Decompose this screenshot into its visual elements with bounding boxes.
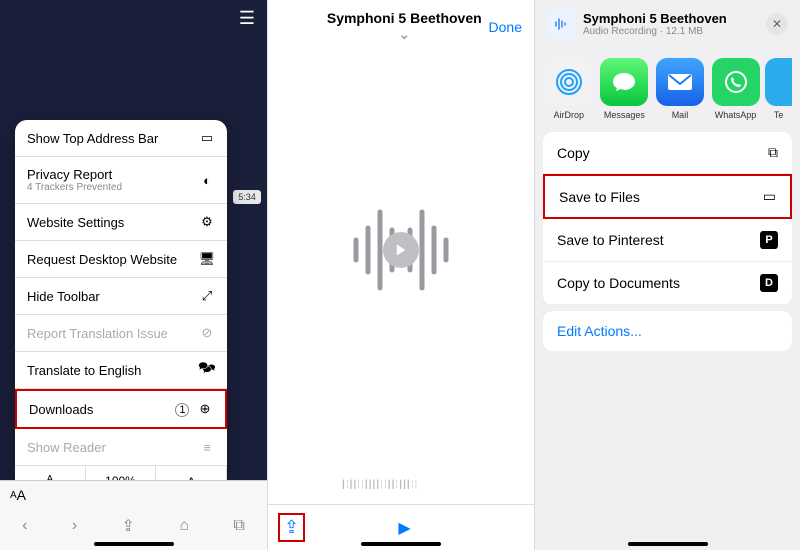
bubble-icon: ⊘ [199,325,215,341]
tabs-button[interactable]: ⧉ [233,517,244,535]
menu-downloads[interactable]: Downloads 1 ⊕ [15,389,227,429]
action-save-to-files[interactable]: Save to Files ▭ [543,174,792,219]
sublabel: 4 Trackers Prevented [27,182,122,193]
translate-icon: 🗫 [199,362,215,378]
share-button[interactable]: ⇪ [278,513,305,542]
airdrop-icon [545,58,593,106]
home-indicator[interactable] [628,542,708,546]
aa-button[interactable]: AA [0,481,267,509]
rect-icon: ▭ [199,130,215,146]
desktop-icon: 🖥 [199,251,215,267]
waveform-art [341,200,461,300]
nav-bar: ☰ [0,0,267,30]
share-header: Symphoni 5 Beethoven Audio Recording · 1… [535,0,800,48]
share-sheet-pane: Symphoni 5 Beethoven Audio Recording · 1… [534,0,800,550]
preview-title: Symphoni 5 Beethoven ⌄ [320,10,489,43]
expand-icon: ⤢ [199,288,215,304]
video-time: 5:34 [233,190,261,204]
play-button[interactable] [383,232,419,268]
label: Request Desktop Website [27,252,177,267]
label: Translate to English [27,363,141,378]
timeline-waveform[interactable]: ┃╎┃┃╎╎┃┃┃┃╎╎┃┃╎┃┃┃╎╎ [341,480,461,500]
reader-icon: ≡ [199,439,215,455]
safari-pane: ☰ 5:34 Show Top Address Bar ▭ Privacy Re… [0,0,267,550]
menu-privacy-report[interactable]: Privacy Report 4 Trackers Prevented ◐ [15,157,227,204]
gear-icon: ⚙ [199,214,215,230]
label: Show Reader [27,440,106,455]
mail-icon [656,58,704,106]
telegram-icon [765,58,792,106]
downloads-count: 1 [175,403,189,417]
home-indicator[interactable] [94,542,174,546]
menu-request-desktop[interactable]: Request Desktop Website 🖥 [15,241,227,278]
label: Hide Toolbar [27,289,100,304]
documents-icon: D [760,274,778,292]
done-button[interactable]: Done [489,19,522,35]
label: Show Top Address Bar [27,131,158,146]
edit-actions-link[interactable]: Edit Actions... [543,311,792,351]
bookmarks-button[interactable]: ⌂ [179,517,189,535]
folder-icon: ▭ [763,188,776,205]
aa-menu: Show Top Address Bar ▭ Privacy Report 4 … [15,120,227,498]
action-save-pinterest[interactable]: Save to Pinterest P [543,219,792,262]
messages-icon [600,58,648,106]
app-more[interactable]: Te [765,58,792,120]
shield-icon: ◐ [199,172,215,188]
label: Privacy Report [27,167,112,182]
action-copy[interactable]: Copy ⧉ [543,132,792,174]
whatsapp-icon [712,58,760,106]
audio-preview-pane: Symphoni 5 Beethoven ⌄ Done ┃╎ [267,0,534,550]
menu-show-reader: Show Reader ≡ [15,429,227,466]
label: Website Settings [27,215,124,230]
home-indicator[interactable] [361,542,441,546]
menu-translate[interactable]: Translate to English 🗫 [15,352,227,389]
share-title: Symphoni 5 Beethoven [583,11,727,26]
hamburger-icon[interactable]: ☰ [239,8,255,29]
label: Report Translation Issue [27,326,168,341]
share-apps-row: AirDrop Messages Mail WhatsApp [535,48,800,126]
app-messages[interactable]: Messages [599,58,651,120]
app-airdrop[interactable]: AirDrop [543,58,595,120]
label: Downloads [29,402,93,417]
menu-report-translation: Report Translation Issue ⊘ [15,315,227,352]
menu-show-top-address[interactable]: Show Top Address Bar ▭ [15,120,227,157]
action-copy-documents[interactable]: Copy to Documents D [543,262,792,305]
play-toolbar-button[interactable]: ▶ [398,518,410,538]
app-mail[interactable]: Mail [654,58,706,120]
share-subtitle: Audio Recording · 12.1 MB [583,26,727,37]
preview-header: Symphoni 5 Beethoven ⌄ Done [268,0,534,49]
file-thumb-icon [547,10,575,38]
menu-website-settings[interactable]: Website Settings ⚙ [15,204,227,241]
close-button[interactable]: ✕ [766,13,788,35]
pinterest-icon: P [760,231,778,249]
share-actions: Copy ⧉ Save to Files ▭ Save to Pinterest… [543,132,792,305]
share-button[interactable]: ⇪ [122,516,135,536]
app-whatsapp[interactable]: WhatsApp [710,58,762,120]
back-button[interactable]: ‹ [22,517,27,535]
copy-icon: ⧉ [768,144,778,161]
forward-button[interactable]: › [72,517,77,535]
download-icon: ⊕ [197,401,213,417]
safari-toolbar: AA ‹ › ⇪ ⌂ ⧉ [0,480,267,550]
menu-hide-toolbar[interactable]: Hide Toolbar ⤢ [15,278,227,315]
